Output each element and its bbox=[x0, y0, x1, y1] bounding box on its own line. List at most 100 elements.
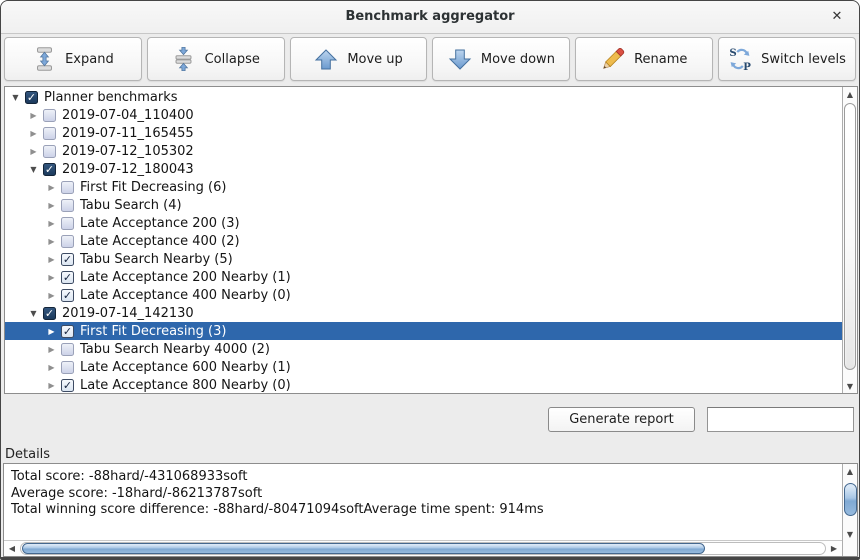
tree-row-label: First Fit Decreasing (6) bbox=[80, 180, 226, 195]
toolbar-button-move-down[interactable]: Move down bbox=[432, 37, 570, 81]
tree-row[interactable]: ▶ 2019-07-12_105302 bbox=[5, 142, 842, 160]
tree-rows: ▼ ✓ Planner benchmarks ▶ 2019-07-04_1104… bbox=[5, 87, 842, 393]
tree-scroll-thumb[interactable] bbox=[844, 103, 856, 370]
tree-row[interactable]: ▼ ✓ 2019-07-14_142130 bbox=[5, 304, 842, 322]
tree-row[interactable]: ▶ ✓ Late Acceptance 200 Nearby (1) bbox=[5, 268, 842, 286]
tree-row[interactable]: ▶ Tabu Search (4) bbox=[5, 196, 842, 214]
tree-row-label: Late Acceptance 200 Nearby (1) bbox=[80, 270, 291, 285]
toolbar-button-move-up[interactable]: Move up bbox=[290, 37, 428, 81]
tree-row-label: Tabu Search Nearby 4000 (2) bbox=[80, 342, 270, 357]
details-vertical-scrollbar[interactable]: ▲ ▼ bbox=[842, 464, 857, 556]
tree-toggle-icon[interactable]: ▶ bbox=[26, 147, 41, 156]
scroll-up-icon[interactable]: ▲ bbox=[843, 464, 857, 478]
tree-toggle-icon[interactable]: ▶ bbox=[44, 255, 59, 264]
tree-row[interactable]: ▶ Tabu Search Nearby 4000 (2) bbox=[5, 340, 842, 358]
tree-checkbox[interactable] bbox=[43, 109, 56, 122]
tree-checkbox[interactable] bbox=[43, 145, 56, 158]
details-vscroll-thumb[interactable] bbox=[844, 483, 857, 516]
tree-toggle-icon[interactable]: ▼ bbox=[8, 93, 23, 102]
scrollbar-corner bbox=[843, 541, 857, 556]
tree-toggle-icon[interactable]: ▶ bbox=[44, 219, 59, 228]
details-label: Details bbox=[5, 447, 50, 462]
tree-checkbox[interactable]: ✓ bbox=[61, 289, 74, 302]
tree-scroll-track[interactable] bbox=[843, 101, 857, 379]
close-icon[interactable]: ✕ bbox=[828, 8, 846, 26]
details-vscroll-track[interactable] bbox=[843, 478, 857, 527]
svg-text:S: S bbox=[730, 47, 737, 59]
tree-toggle-icon[interactable]: ▶ bbox=[44, 327, 59, 336]
scroll-up-icon[interactable]: ▲ bbox=[843, 87, 857, 101]
tree-checkbox[interactable] bbox=[61, 361, 74, 374]
tree-toggle-icon[interactable]: ▶ bbox=[26, 129, 41, 138]
tree-row[interactable]: ▶ Late Acceptance 400 (2) bbox=[5, 232, 842, 250]
tree-vertical-scrollbar[interactable]: ▲ ▼ bbox=[842, 87, 857, 393]
tree-checkbox[interactable] bbox=[61, 199, 74, 212]
tree-toggle-icon[interactable]: ▼ bbox=[26, 309, 41, 318]
toolbar-button-expand[interactable]: Expand bbox=[4, 37, 142, 81]
tree-toggle-icon[interactable]: ▶ bbox=[44, 201, 59, 210]
tree-checkbox[interactable]: ✓ bbox=[43, 163, 56, 176]
tree-row-label: 2019-07-12_180043 bbox=[62, 162, 194, 177]
tree-checkbox[interactable]: ✓ bbox=[61, 253, 74, 266]
tree-row[interactable]: ▶ ✓ Late Acceptance 400 Nearby (0) bbox=[5, 286, 842, 304]
tree-row-label: First Fit Decreasing (3) bbox=[80, 324, 226, 339]
tree-row-label: 2019-07-12_105302 bbox=[62, 144, 194, 159]
scroll-right-icon[interactable]: ▶ bbox=[826, 541, 842, 556]
rename-icon bbox=[601, 47, 625, 71]
tree-toggle-icon[interactable]: ▶ bbox=[26, 111, 41, 120]
tree-toggle-icon[interactable]: ▶ bbox=[44, 381, 59, 390]
tree-checkbox[interactable]: ✓ bbox=[61, 325, 74, 338]
details-line: Total score: -88hard/-431068933soft bbox=[11, 469, 842, 486]
tree-row[interactable]: ▶ ✓ Tabu Search Nearby (5) bbox=[5, 250, 842, 268]
scroll-down-icon[interactable]: ▼ bbox=[843, 379, 857, 393]
tree-row-label: Late Acceptance 400 (2) bbox=[80, 234, 240, 249]
tree-checkbox[interactable] bbox=[43, 127, 56, 140]
tree-toggle-icon[interactable]: ▶ bbox=[44, 237, 59, 246]
tree-row-label: Tabu Search Nearby (5) bbox=[80, 252, 233, 267]
tree-row[interactable]: ▶ 2019-07-04_110400 bbox=[5, 106, 842, 124]
tree-toggle-icon[interactable]: ▼ bbox=[26, 165, 41, 174]
details-hscroll-track[interactable] bbox=[20, 542, 826, 555]
tree-row-label: 2019-07-11_165455 bbox=[62, 126, 194, 141]
tree-checkbox[interactable]: ✓ bbox=[61, 379, 74, 392]
expand-icon bbox=[32, 47, 56, 71]
tree-checkbox[interactable]: ✓ bbox=[61, 271, 74, 284]
tree-checkbox[interactable] bbox=[61, 235, 74, 248]
tree-toggle-icon[interactable]: ▶ bbox=[44, 345, 59, 354]
collapse-icon bbox=[172, 47, 196, 71]
benchmark-aggregator-window: Benchmark aggregator ✕ Expand Collapse M… bbox=[0, 0, 860, 560]
tree-checkbox[interactable] bbox=[61, 181, 74, 194]
tree-toggle-icon[interactable]: ▶ bbox=[44, 363, 59, 372]
tree-row[interactable]: ▼ ✓ Planner benchmarks bbox=[5, 88, 842, 106]
scroll-down-icon[interactable]: ▼ bbox=[843, 527, 857, 541]
tree-row[interactable]: ▼ ✓ 2019-07-12_180043 bbox=[5, 160, 842, 178]
toolbar-button-collapse[interactable]: Collapse bbox=[147, 37, 285, 81]
tree-row[interactable]: ▶ First Fit Decreasing (6) bbox=[5, 178, 842, 196]
switch-levels-icon: S P bbox=[728, 47, 752, 71]
tree-toggle-icon[interactable]: ▶ bbox=[44, 183, 59, 192]
report-name-field[interactable] bbox=[707, 407, 854, 432]
tree-checkbox[interactable] bbox=[61, 343, 74, 356]
tree-row[interactable]: ▶ Late Acceptance 200 (3) bbox=[5, 214, 842, 232]
tree-toggle-icon[interactable]: ▶ bbox=[44, 273, 59, 282]
window-title: Benchmark aggregator bbox=[1, 9, 859, 24]
tree-checkbox[interactable]: ✓ bbox=[25, 91, 38, 104]
svg-text:P: P bbox=[743, 61, 751, 72]
toolbar-button-switch-levels[interactable]: S P Switch levels bbox=[718, 37, 856, 81]
tree-checkbox[interactable]: ✓ bbox=[43, 307, 56, 320]
tree-row-label: Planner benchmarks bbox=[44, 90, 178, 105]
generate-report-button[interactable]: Generate report bbox=[548, 407, 695, 432]
toolbar: Expand Collapse Move up Move down Rename… bbox=[1, 35, 859, 85]
tree-row[interactable]: ▶ Late Acceptance 600 Nearby (1) bbox=[5, 358, 842, 376]
tree-row[interactable]: ▶ ✓ First Fit Decreasing (3) bbox=[5, 322, 842, 340]
tree-row-label: Late Acceptance 200 (3) bbox=[80, 216, 240, 231]
tree-row[interactable]: ▶ 2019-07-11_165455 bbox=[5, 124, 842, 142]
tree-checkbox[interactable] bbox=[61, 217, 74, 230]
scroll-left-icon[interactable]: ◀ bbox=[4, 541, 20, 556]
tree-toggle-icon[interactable]: ▶ bbox=[44, 291, 59, 300]
tree-row[interactable]: ▶ ✓ Late Acceptance 800 Nearby (0) bbox=[5, 376, 842, 393]
toolbar-button-rename[interactable]: Rename bbox=[575, 37, 713, 81]
details-horizontal-scrollbar[interactable]: ◀ ▶ bbox=[4, 540, 842, 556]
details-hscroll-thumb[interactable] bbox=[22, 543, 705, 554]
details-box: Total score: -88hard/-431068933softAvera… bbox=[3, 463, 858, 557]
